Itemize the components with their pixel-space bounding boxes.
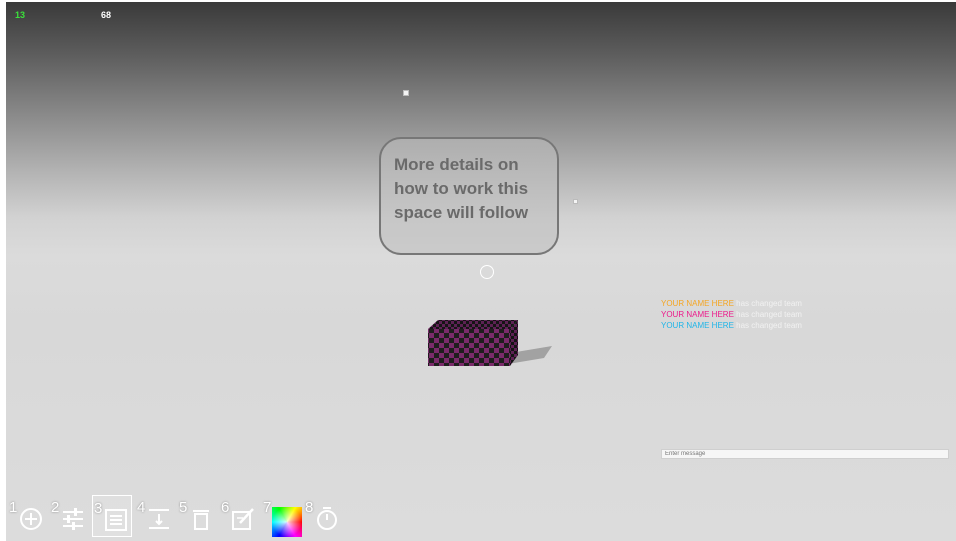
log-player-name: YOUR NAME HERE	[661, 321, 734, 330]
log-message: has changed team	[733, 321, 802, 330]
fps-counter: 13	[15, 10, 26, 20]
tool-slot-5[interactable]: 5	[178, 495, 218, 537]
tool-slot-3[interactable]: 3	[92, 495, 132, 537]
log-message: has changed team	[733, 310, 802, 319]
ping-counter: 68	[101, 10, 112, 20]
game-viewport[interactable]: 13 68 More details on how to work this s…	[6, 2, 956, 541]
tool-slot-2[interactable]: 2	[50, 495, 90, 537]
event-log: YOUR NAME HERE has changed team YOUR NAM…	[661, 298, 802, 331]
tool-slot-4[interactable]: 4	[136, 495, 176, 537]
tool-slot-number: 3	[94, 500, 103, 517]
floating-marker	[573, 199, 578, 204]
tool-slot-number: 5	[179, 499, 188, 516]
info-bubble-text: More details on how to work this space w…	[394, 155, 529, 222]
tool-slot-number: 7	[263, 499, 272, 516]
add-circle-icon	[20, 508, 42, 530]
floating-marker	[403, 90, 409, 96]
tool-slot-number: 6	[221, 499, 230, 516]
trash-icon	[193, 510, 209, 530]
log-entry: YOUR NAME HERE has changed team	[661, 320, 802, 331]
log-message: has changed team	[733, 299, 802, 308]
color-picker-icon	[272, 507, 302, 537]
tool-slot-7[interactable]: 7	[262, 495, 302, 537]
tool-slot-number: 8	[305, 499, 314, 516]
log-player-name: YOUR NAME HERE	[661, 299, 734, 308]
tool-slot-8[interactable]: 8	[304, 495, 344, 537]
timer-icon	[317, 507, 337, 530]
cube-top-face	[428, 320, 518, 329]
tool-hotbar: 1 2 3 4 5 6 7 8	[6, 492, 346, 540]
log-player-name: YOUR NAME HERE	[661, 310, 734, 319]
info-speech-bubble: More details on how to work this space w…	[379, 137, 559, 255]
tool-slot-number: 2	[51, 499, 60, 516]
crosshair-cursor	[480, 265, 494, 279]
edit-note-icon	[232, 508, 254, 530]
tool-slot-number: 4	[137, 499, 146, 516]
checkered-cube[interactable]	[424, 318, 559, 370]
log-entry: YOUR NAME HERE has changed team	[661, 309, 802, 320]
tool-slot-number: 1	[9, 499, 18, 516]
align-height-icon	[149, 509, 169, 529]
cube-front-face	[428, 329, 510, 366]
log-entry: YOUR NAME HERE has changed team	[661, 298, 802, 309]
chat-message-input[interactable]	[661, 449, 949, 459]
tool-slot-1[interactable]: 1	[8, 495, 48, 537]
text-note-icon	[105, 509, 127, 531]
tool-slot-6[interactable]: 6	[220, 495, 260, 537]
sliders-icon	[63, 508, 83, 530]
